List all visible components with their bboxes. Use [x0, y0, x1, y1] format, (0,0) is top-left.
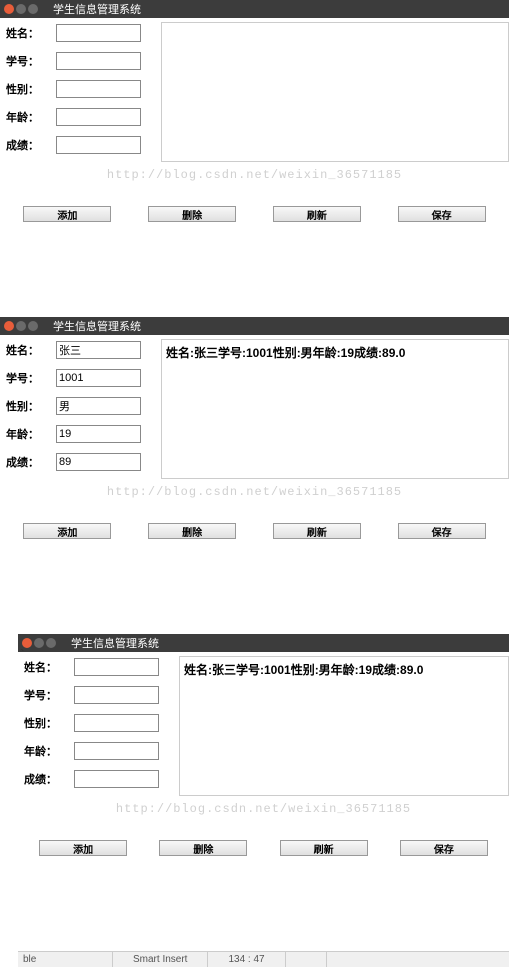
- backtick-char: `: [20, 646, 25, 662]
- gender-input[interactable]: [56, 80, 141, 98]
- watermark: http://blog.csdn.net/weixin_36571185: [18, 796, 509, 822]
- delete-button[interactable]: 删除: [148, 206, 236, 222]
- status-left: ble: [18, 952, 113, 967]
- name-label: 姓名：: [6, 342, 56, 358]
- age-label: 年龄：: [24, 743, 74, 759]
- save-button[interactable]: 保存: [398, 523, 486, 539]
- button-row: 添加 删除 刷新 保存: [18, 822, 509, 866]
- gender-label: 性别：: [24, 715, 74, 731]
- score-input[interactable]: [56, 453, 141, 471]
- status-empty: [286, 952, 327, 967]
- gap: [0, 549, 509, 634]
- add-button[interactable]: 添加: [23, 523, 111, 539]
- name-label: 姓名：: [24, 659, 74, 675]
- status-insert: Smart Insert: [113, 952, 208, 967]
- score-label: 成绩：: [24, 771, 74, 787]
- score-label: 成绩：: [6, 454, 56, 470]
- maximize-icon[interactable]: [28, 4, 38, 14]
- statusbar: ble Smart Insert 134 : 47: [18, 951, 509, 967]
- name-input[interactable]: [56, 341, 141, 359]
- gender-input[interactable]: [74, 714, 159, 732]
- save-button[interactable]: 保存: [400, 840, 488, 856]
- id-input[interactable]: [56, 369, 141, 387]
- window-2: 学生信息管理系统 姓名： 学号： 性别： 年龄： 成绩：: [0, 317, 509, 549]
- form-area: 姓名： 学号： 性别： 年龄： 成绩：: [0, 18, 509, 162]
- window-1: 学生信息管理系统 姓名： 学号： 性别： 年龄： 成绩：: [0, 0, 509, 232]
- age-label: 年龄：: [6, 426, 56, 442]
- id-input[interactable]: [56, 52, 141, 70]
- delete-button[interactable]: 删除: [159, 840, 247, 856]
- titlebar: 学生信息管理系统: [18, 634, 509, 652]
- display-area: 姓名:张三学号:1001性别:男年龄:19成绩:89.0: [179, 656, 509, 796]
- minimize-icon[interactable]: [16, 4, 26, 14]
- window-title: 学生信息管理系统: [71, 635, 159, 651]
- watermark: http://blog.csdn.net/weixin_36571185: [0, 479, 509, 505]
- form-left: 姓名： 学号： 性别： 年龄： 成绩：: [6, 339, 161, 479]
- window-title: 学生信息管理系统: [53, 318, 141, 334]
- age-input[interactable]: [74, 742, 159, 760]
- display-area: [161, 22, 509, 162]
- button-row: 添加 删除 刷新 保存: [0, 188, 509, 232]
- button-row: 添加 删除 刷新 保存: [0, 505, 509, 549]
- window-controls: [4, 4, 38, 14]
- gap: [0, 232, 509, 317]
- status-pos: 134 : 47: [208, 952, 285, 967]
- id-label: 学号：: [24, 687, 74, 703]
- maximize-icon[interactable]: [28, 321, 38, 331]
- age-input[interactable]: [56, 108, 141, 126]
- save-button[interactable]: 保存: [398, 206, 486, 222]
- id-label: 学号：: [6, 53, 56, 69]
- close-icon[interactable]: [4, 4, 14, 14]
- gender-label: 性别：: [6, 81, 56, 97]
- name-input[interactable]: [56, 24, 141, 42]
- form-area: 姓名： 学号： 性别： 年龄： 成绩： 姓名:张三学号:1001性别:男年龄:1…: [0, 335, 509, 479]
- display-area: 姓名:张三学号:1001性别:男年龄:19成绩:89.0: [161, 339, 509, 479]
- name-label: 姓名：: [6, 25, 56, 41]
- form-left: 姓名： 学号： 性别： 年龄： 成绩：: [6, 22, 161, 162]
- id-input[interactable]: [74, 686, 159, 704]
- minimize-icon[interactable]: [34, 638, 44, 648]
- window-title: 学生信息管理系统: [53, 1, 141, 17]
- id-label: 学号：: [6, 370, 56, 386]
- close-icon[interactable]: [4, 321, 14, 331]
- delete-button[interactable]: 删除: [148, 523, 236, 539]
- gap: [18, 866, 509, 951]
- form-left: 姓名： 学号： 性别： 年龄： 成绩：: [24, 656, 179, 796]
- refresh-button[interactable]: 刷新: [280, 840, 368, 856]
- watermark: http://blog.csdn.net/weixin_36571185: [0, 162, 509, 188]
- window-controls: [22, 638, 56, 648]
- titlebar: 学生信息管理系统: [0, 0, 509, 18]
- score-label: 成绩：: [6, 137, 56, 153]
- minimize-icon[interactable]: [16, 321, 26, 331]
- age-label: 年龄：: [6, 109, 56, 125]
- add-button[interactable]: 添加: [39, 840, 127, 856]
- score-input[interactable]: [74, 770, 159, 788]
- refresh-button[interactable]: 刷新: [273, 206, 361, 222]
- score-input[interactable]: [56, 136, 141, 154]
- add-button[interactable]: 添加: [23, 206, 111, 222]
- titlebar: 学生信息管理系统: [0, 317, 509, 335]
- window-controls: [4, 321, 38, 331]
- window-3: 学生信息管理系统 姓名： 学号： 性别： 年龄： 成绩：: [18, 634, 509, 967]
- age-input[interactable]: [56, 425, 141, 443]
- gender-label: 性别：: [6, 398, 56, 414]
- name-input[interactable]: [74, 658, 159, 676]
- maximize-icon[interactable]: [46, 638, 56, 648]
- refresh-button[interactable]: 刷新: [273, 523, 361, 539]
- gender-input[interactable]: [56, 397, 141, 415]
- form-area: 姓名： 学号： 性别： 年龄： 成绩： 姓名:张三学号:1001性别:男年龄:1…: [18, 652, 509, 796]
